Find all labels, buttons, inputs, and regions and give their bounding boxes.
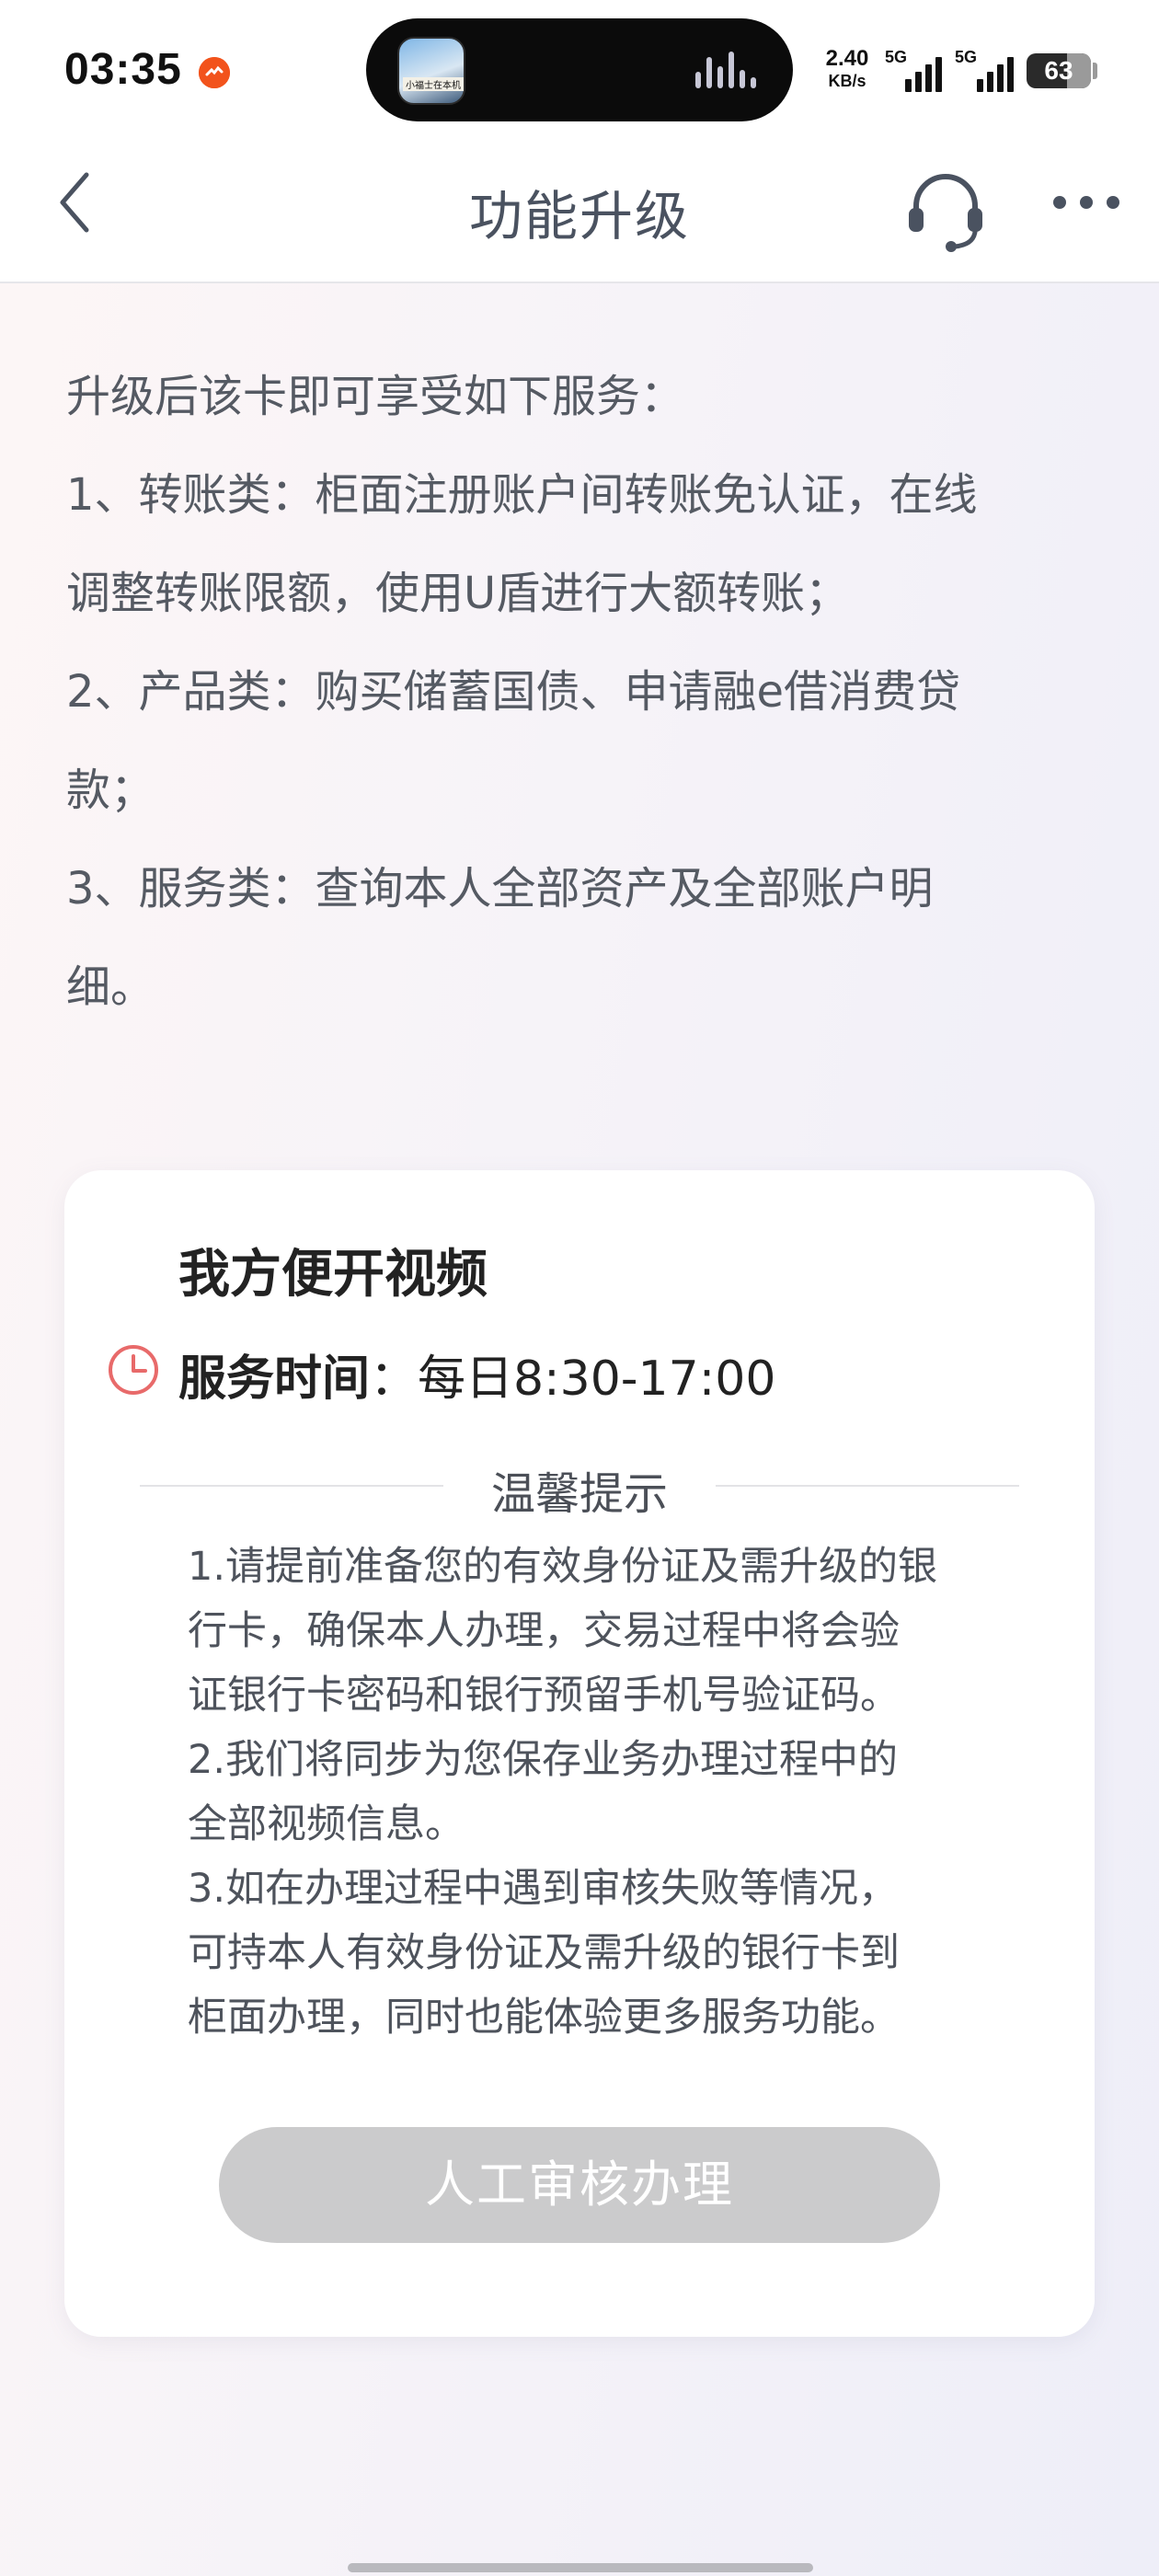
tip-line: 证银行卡密码和银行预留手机号验证码。	[188, 1673, 900, 1719]
service-time: 服务时间：每日8:30-17:00	[178, 1340, 775, 1409]
sim2-label: 5G	[955, 48, 978, 66]
card-title: 我方便开视频	[178, 1245, 488, 1305]
battery-tip	[1093, 63, 1097, 79]
sim1-label: 5G	[885, 48, 908, 66]
intro-line: 升级后该卡即可享受如下服务：	[66, 371, 685, 422]
upgrade-benefits: 升级后该卡即可享受如下服务： 1、转账类：柜面注册账户间转账免认证，在线 调整转…	[66, 348, 1096, 1037]
network-speed-unit: KB/s	[828, 72, 866, 90]
service-time-label: 服务时间	[178, 1351, 371, 1407]
clock-icon	[109, 1345, 158, 1395]
live-activity-thumbnail-icon: 小福士在本机	[397, 37, 465, 105]
dynamic-island[interactable]: 小福士在本机	[366, 18, 793, 121]
tip-line: 1.请提前准备您的有效身份证及需升级的银	[188, 1544, 938, 1590]
headset-icon	[909, 174, 982, 252]
manual-review-button[interactable]: 人工审核办理	[219, 2127, 940, 2243]
more-button[interactable]	[1045, 175, 1128, 230]
home-indicator[interactable]	[348, 2563, 813, 2572]
signal-sim2-icon: 5G	[955, 48, 1019, 92]
audio-wave-icon	[695, 52, 760, 88]
tip-line: 3.如在办理过程中遇到审核失败等情况，	[188, 1866, 899, 1912]
app-notification-icon	[199, 57, 230, 88]
tip-line: 可持本人有效身份证及需升级的银行卡到	[188, 1930, 900, 1976]
nav-bar: 功能升级	[0, 138, 1159, 283]
tip-line: 柜面办理，同时也能体验更多服务功能。	[188, 1995, 900, 2041]
network-speed-value: 2.40	[825, 46, 869, 71]
tips-header: 温馨提示	[140, 1457, 1019, 1520]
tip-line: 全部视频信息。	[188, 1801, 465, 1847]
customer-service-button[interactable]	[901, 166, 990, 254]
tip-line: 行卡，确保本人办理，交易过程中将会验	[188, 1608, 900, 1654]
status-time: 03:35	[64, 45, 182, 94]
intro-line: 细。	[66, 961, 155, 1013]
intro-line: 2、产品类：购买储蓄国债、申请融e借消费贷	[66, 666, 961, 718]
signal-sim1-icon: 5G	[885, 48, 947, 92]
battery-icon: 63	[1027, 53, 1091, 88]
tips-list: 1.请提前准备您的有效身份证及需升级的银 行卡，确保本人办理，交易过程中将会验 …	[188, 1535, 997, 2050]
intro-line: 1、转账类：柜面注册账户间转账免认证，在线	[66, 469, 978, 521]
intro-line: 3、服务类：查询本人全部资产及全部账户明	[66, 863, 934, 914]
network-speed: 2.40 KB/s	[815, 48, 879, 92]
tips-title: 温馨提示	[490, 1468, 668, 1520]
intro-line: 款；	[66, 765, 155, 816]
status-bar: 03:35 小福士在本机 2.40 KB/s 5G 5G 63	[0, 0, 1159, 138]
intro-line: 调整转账限额，使用U盾进行大额转账；	[66, 568, 850, 619]
battery-level: 63	[1044, 56, 1073, 85]
service-time-value: ：每日8:30-17:00	[370, 1351, 776, 1407]
island-caption: 小福士在本机	[403, 77, 464, 91]
more-dots-icon	[1053, 196, 1119, 209]
video-service-card: 我方便开视频 服务时间：每日8:30-17:00 温馨提示 1.请提前准备您的有…	[64, 1170, 1095, 2337]
tip-line: 2.我们将同步为您保存业务办理过程中的	[188, 1737, 899, 1783]
